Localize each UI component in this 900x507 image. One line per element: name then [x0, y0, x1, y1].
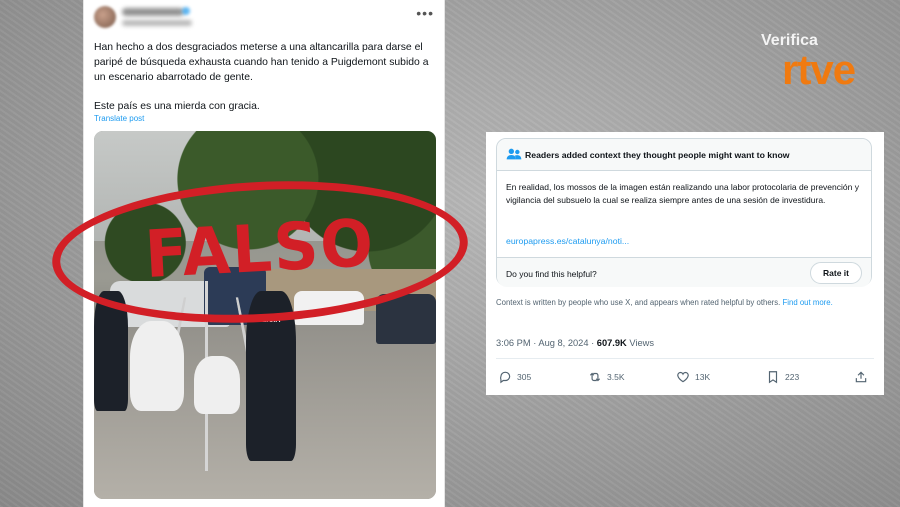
post-timestamp[interactable]: 3:06 PM · Aug 8, 2024 ·: [496, 338, 597, 348]
verifica-rtve-logo: Verifica rtve: [758, 32, 878, 104]
repost-icon: [589, 372, 601, 382]
tweet-header: •••: [94, 6, 434, 34]
avatar[interactable]: [94, 6, 116, 28]
find-out-more-link[interactable]: Find out more.: [783, 298, 833, 307]
rate-it-button[interactable]: Rate it: [810, 262, 862, 284]
share-button[interactable]: [854, 368, 868, 386]
divider: [496, 358, 874, 359]
community-note-title: Readers added context they thought peopl…: [525, 150, 790, 160]
helpful-question: Do you find this helpful?: [506, 269, 597, 279]
community-note-header: Readers added context they thought peopl…: [497, 139, 871, 171]
community-note-box: Readers added context they thought peopl…: [496, 138, 872, 287]
tweet-text-paragraph-2: Este país es una mierda con gracia.: [94, 101, 260, 112]
photo-worker-2: [194, 356, 240, 414]
repost-count: 3.5K: [607, 372, 625, 382]
tweet-text: Han hecho a dos desgraciados meterse a u…: [94, 40, 434, 128]
share-icon: [855, 371, 867, 383]
views-count: 607.9K: [596, 338, 627, 348]
verified-badge-icon: [182, 7, 190, 15]
like-count: 13K: [695, 372, 711, 382]
heart-icon: [677, 371, 689, 383]
repost-button[interactable]: 3.5K: [588, 368, 625, 386]
community-note-body: En realidad, los mossos de la imagen est…: [506, 182, 859, 205]
post-meta: 3:06 PM · Aug 8, 2024 · 607.9K Views: [496, 338, 654, 348]
like-button[interactable]: 13K: [676, 368, 710, 386]
community-note-panel: Readers added context they thought peopl…: [486, 132, 884, 395]
community-note-source-link[interactable]: europapress.es/catalunya/noti...: [506, 236, 629, 246]
more-horizontal-icon[interactable]: •••: [416, 6, 434, 20]
translate-post-link[interactable]: Translate post: [94, 114, 144, 123]
reply-button[interactable]: 305: [498, 368, 531, 386]
reply-icon: [500, 371, 511, 384]
community-note-footer: Do you find this helpful? Rate it: [497, 257, 871, 287]
action-bar: 305 3.5K 13K 223: [498, 368, 870, 386]
context-disclaimer: Context is written by people who use X, …: [496, 297, 872, 308]
bookmark-button[interactable]: 223: [766, 368, 799, 386]
blurred-username: [122, 8, 184, 16]
context-disclaimer-text: Context is written by people who use X, …: [496, 298, 781, 307]
bookmark-icon: [768, 371, 778, 384]
reply-count: 305: [517, 372, 532, 382]
logo-rtve-text: rtve: [782, 46, 856, 93]
bookmark-count: 223: [785, 372, 800, 382]
people-icon: [506, 148, 522, 160]
tweet-text-paragraph-1: Han hecho a dos desgraciados meterse a u…: [94, 42, 429, 83]
photo-worker-1: [130, 321, 184, 411]
blurred-handle: [122, 20, 192, 26]
views-label: Views: [626, 338, 654, 348]
falso-stamp-text: FALSO: [143, 204, 377, 293]
